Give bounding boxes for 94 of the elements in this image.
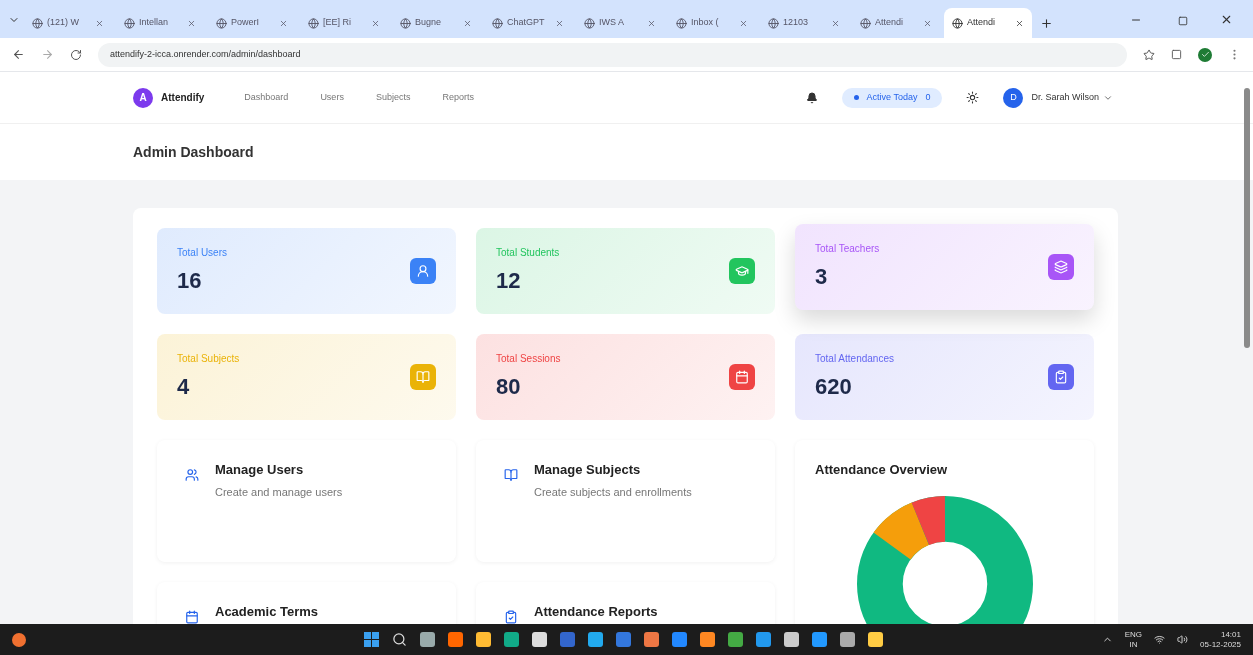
stat-value: 16 — [177, 267, 203, 295]
nav-link[interactable]: Reports — [442, 90, 474, 105]
brand-logo: A — [133, 87, 153, 108]
taskbar-app-icon[interactable] — [812, 632, 828, 647]
stat-label: Total Sessions — [496, 352, 561, 366]
taskbar-app-icon[interactable] — [588, 632, 604, 647]
tab-favicon — [676, 17, 687, 29]
language-label[interactable]: ENG — [1124, 629, 1143, 640]
browser-tab[interactable]: IWS A — [576, 8, 664, 38]
close-icon[interactable] — [1220, 13, 1233, 26]
user-name[interactable]: Dr. Sarah Wilson — [1031, 90, 1099, 105]
nav-link[interactable]: Users — [320, 90, 344, 105]
action-title: Academic Terms — [215, 603, 319, 621]
scrollbar-thumb[interactable] — [1244, 88, 1250, 348]
tab-favicon — [400, 17, 411, 29]
reload-icon[interactable] — [70, 48, 82, 61]
nav-link[interactable]: Subjects — [375, 90, 411, 105]
taskbar-app-icon[interactable] — [840, 632, 856, 647]
tab-favicon — [492, 17, 503, 29]
stat-value: 3 — [815, 263, 829, 291]
taskbar-app-icon[interactable] — [728, 632, 744, 647]
taskbar-app-icon[interactable] — [868, 632, 884, 647]
theme-toggle-icon[interactable] — [966, 91, 980, 104]
search-icon[interactable] — [392, 632, 408, 647]
action-card[interactable]: Manage Subjects Create subjects and enrollments — [476, 440, 775, 562]
close-icon[interactable] — [1015, 18, 1024, 28]
active-today-count: 0 — [925, 90, 931, 104]
action-description: Create and manage users — [215, 484, 343, 500]
taskbar-app-icon[interactable] — [532, 632, 548, 647]
taskbar-app-icon[interactable] — [784, 632, 800, 647]
profile-icon[interactable] — [1198, 47, 1212, 62]
weather-icon[interactable] — [12, 632, 26, 647]
browser-tab[interactable]: (121) W — [24, 8, 112, 38]
bookmark-icon[interactable] — [1143, 48, 1155, 61]
stat-label: Total Attendances — [815, 352, 894, 366]
brand-name[interactable]: Attendify — [161, 90, 205, 105]
stat-value: 12 — [496, 267, 522, 295]
new-tab-icon[interactable] — [1040, 17, 1053, 30]
tab-favicon — [216, 17, 227, 29]
browser-tab[interactable]: [EE] Ri — [300, 8, 388, 38]
action-description: Create subjects and enrollments — [534, 484, 692, 500]
taskbar-app-icon[interactable] — [504, 632, 520, 647]
notification-icon[interactable] — [805, 91, 818, 104]
action-title: Manage Subjects — [534, 461, 642, 479]
tab-favicon — [860, 17, 871, 29]
user-avatar[interactable]: D — [1003, 87, 1024, 108]
taskbar-app-icon[interactable] — [420, 632, 436, 647]
action-title: Manage Users — [215, 461, 305, 479]
tab-favicon — [952, 17, 963, 29]
stat-value: 620 — [815, 373, 853, 401]
tab-favicon — [584, 17, 595, 29]
back-icon[interactable] — [12, 48, 25, 61]
stat-label: Total Users — [177, 246, 227, 260]
stat-label: Total Teachers — [815, 242, 880, 256]
action-icon — [185, 468, 199, 482]
stat-value: 80 — [496, 373, 522, 401]
browser-tab[interactable]: PowerI — [208, 8, 296, 38]
nav-link[interactable]: Dashboard — [244, 90, 289, 105]
taskbar-app-icon[interactable] — [756, 632, 772, 647]
browser-tab[interactable]: Attendi — [944, 8, 1032, 38]
tab-favicon — [32, 17, 43, 29]
region-label[interactable]: IN — [1129, 639, 1138, 650]
action-icon — [504, 610, 518, 624]
active-today-label: Active Today — [866, 90, 918, 104]
stat-label: Total Subjects — [177, 352, 240, 366]
taskbar-app-icon[interactable] — [644, 632, 660, 647]
clock-date[interactable]: 05-12-2025 — [1200, 639, 1241, 650]
browser-tab[interactable]: Attendi — [852, 8, 940, 38]
volume-icon[interactable] — [1177, 634, 1189, 645]
browser-tab[interactable]: Bugne — [392, 8, 480, 38]
tab-favicon — [124, 17, 135, 29]
page-title: Admin Dashboard — [133, 142, 254, 162]
action-icon — [504, 468, 518, 482]
taskbar-app-icon[interactable] — [700, 632, 716, 647]
browser-tab[interactable]: Inbox ( — [668, 8, 756, 38]
browser-tab[interactable]: Intellan — [116, 8, 204, 38]
address-field[interactable]: attendify-2-icca.onrender.com/admin/dashboard — [98, 42, 1127, 67]
stat-value: 4 — [177, 373, 191, 401]
action-icon — [185, 610, 199, 624]
taskbar-app-icon[interactable] — [476, 632, 492, 647]
action-card[interactable]: Manage Users Create and manage users — [157, 440, 456, 562]
start-icon[interactable] — [364, 632, 380, 647]
wifi-icon[interactable] — [1154, 634, 1166, 645]
browser-tab[interactable]: ChatGPT — [484, 8, 572, 38]
action-title: Attendance Reports — [534, 603, 658, 621]
stat-label: Total Students — [496, 246, 560, 260]
taskbar-app-icon[interactable] — [448, 632, 464, 647]
extensions-icon[interactable] — [1171, 49, 1182, 60]
clock-time[interactable]: 14:01 — [1220, 629, 1241, 640]
browser-tab[interactable]: 12103 — [760, 8, 848, 38]
tab-favicon — [308, 17, 319, 29]
restore-icon[interactable] — [1178, 16, 1188, 26]
tab-favicon — [768, 17, 779, 29]
chart-title: Attendance Overview — [815, 461, 948, 479]
